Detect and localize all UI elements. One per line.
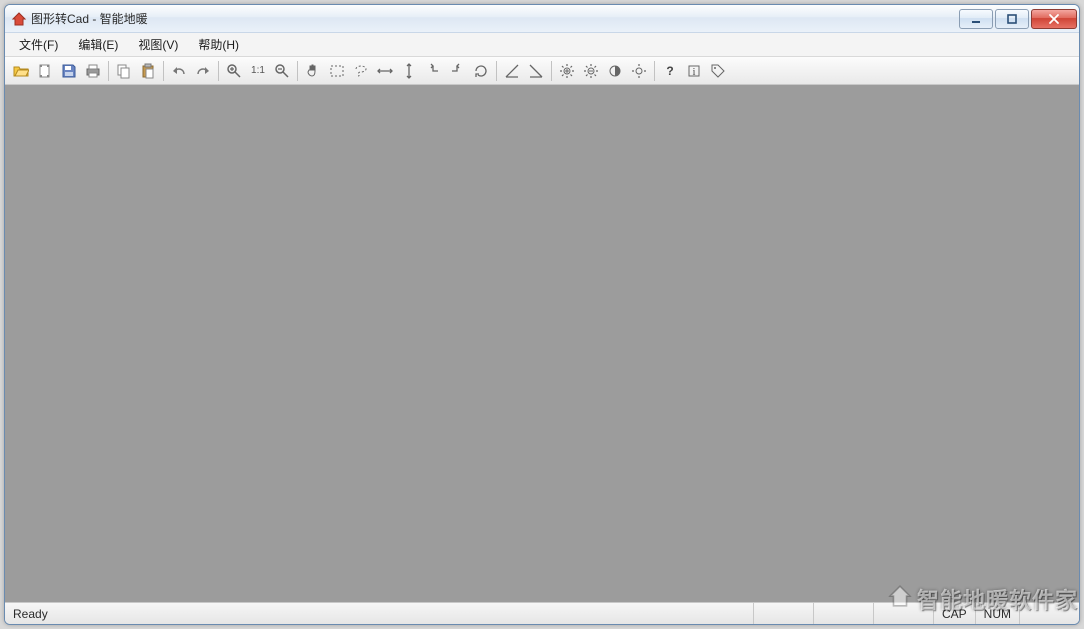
app-icon [11, 11, 27, 27]
save-button[interactable] [58, 60, 80, 82]
undo-button[interactable] [168, 60, 190, 82]
open-button[interactable] [10, 60, 32, 82]
menu-help[interactable]: 帮助(H) [188, 33, 249, 56]
workspace[interactable] [5, 85, 1079, 602]
refresh-button[interactable] [470, 60, 492, 82]
zoom-out-button[interactable] [271, 60, 293, 82]
window-controls [957, 9, 1077, 29]
toolbar: 1:1 [5, 57, 1079, 85]
separator-icon [496, 61, 497, 81]
close-button[interactable] [1031, 9, 1077, 29]
menubar: 文件(F) 编辑(E) 视图(V) 帮助(H) [5, 33, 1079, 57]
zoom-in-button[interactable] [223, 60, 245, 82]
flip-horizontal-button[interactable] [374, 60, 396, 82]
angle-left-button[interactable] [501, 60, 523, 82]
status-panel-empty2 [813, 603, 873, 624]
minimize-button[interactable] [959, 9, 993, 29]
titlebar: 图形转Cad - 智能地暖 [5, 5, 1079, 33]
rotate-left-button[interactable] [422, 60, 444, 82]
separator-icon [218, 61, 219, 81]
select-lasso-button[interactable] [350, 60, 372, 82]
separator-icon [297, 61, 298, 81]
window-title: 图形转Cad - 智能地暖 [31, 10, 957, 27]
pan-button[interactable] [302, 60, 324, 82]
status-panel-empty1 [753, 603, 813, 624]
tag-button[interactable] [707, 60, 729, 82]
redo-button[interactable] [192, 60, 214, 82]
separator-icon [108, 61, 109, 81]
select-rect-button[interactable] [326, 60, 348, 82]
separator-icon [654, 61, 655, 81]
rotate-right-button[interactable] [446, 60, 468, 82]
angle-right-button[interactable] [525, 60, 547, 82]
menu-edit[interactable]: 编辑(E) [68, 33, 128, 56]
menu-file[interactable]: 文件(F) [9, 33, 68, 56]
app-window: 图形转Cad - 智能地暖 文件(F) 编辑(E) 视图(V) 帮助(H) [4, 4, 1080, 625]
info-button[interactable]: i [683, 60, 705, 82]
copy-button[interactable] [113, 60, 135, 82]
separator-icon [551, 61, 552, 81]
contrast-button[interactable] [604, 60, 626, 82]
paste-button[interactable] [137, 60, 159, 82]
status-cap: CAP [933, 603, 975, 624]
status-num: NUM [975, 603, 1019, 624]
status-panel-empty4 [1019, 603, 1079, 624]
print-button[interactable] [82, 60, 104, 82]
menu-view[interactable]: 视图(V) [128, 33, 188, 56]
status-ready: Ready [5, 603, 753, 624]
statusbar: Ready CAP NUM [5, 602, 1079, 624]
help-button[interactable]: ? [659, 60, 681, 82]
new-button[interactable] [34, 60, 56, 82]
brightness-up-button[interactable] [556, 60, 578, 82]
status-panel-empty3 [873, 603, 933, 624]
separator-icon [163, 61, 164, 81]
maximize-button[interactable] [995, 9, 1029, 29]
reset-brightness-button[interactable] [628, 60, 650, 82]
svg-text:i: i [693, 67, 696, 78]
zoom-actual-button[interactable]: 1:1 [247, 60, 269, 82]
flip-vertical-button[interactable] [398, 60, 420, 82]
brightness-down-button[interactable] [580, 60, 602, 82]
